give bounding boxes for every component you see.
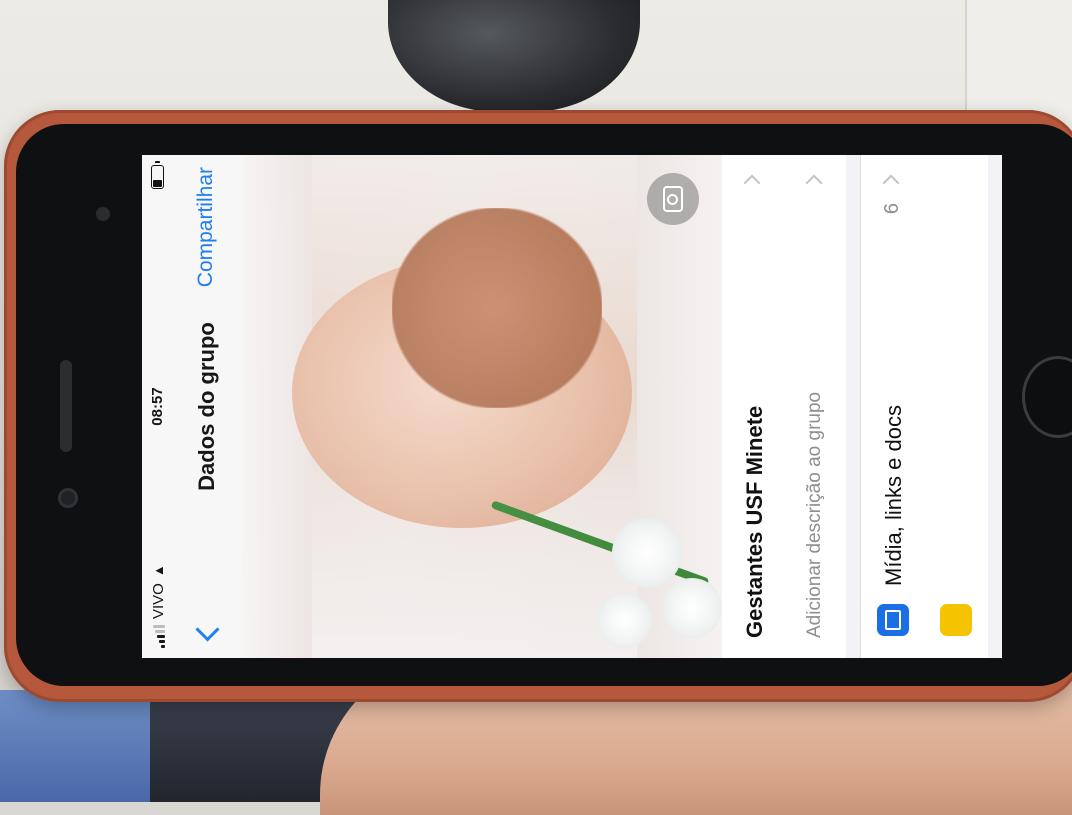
- camera-icon: [663, 186, 683, 212]
- group-name-row[interactable]: Gestantes USF Minete: [722, 155, 785, 658]
- group-description-placeholder: Adicionar descrição ao grupo: [804, 391, 825, 638]
- photo-hands: [392, 208, 602, 408]
- status-time: 08:57: [149, 387, 166, 426]
- media-icon: [877, 604, 909, 636]
- starred-messages-row[interactable]: [924, 155, 988, 658]
- share-button[interactable]: Compartilhar: [194, 167, 218, 287]
- photo-flower: [662, 578, 722, 638]
- group-name: Gestantes USF Minete: [742, 405, 767, 638]
- photo-flower: [612, 518, 682, 588]
- disclosure-chevron-icon: [882, 174, 900, 192]
- status-bar: VIVO ▲ 08:57: [142, 155, 172, 658]
- group-info-list: Gestantes USF Minete Adicionar descrição…: [722, 155, 1002, 658]
- monitor-corner: [0, 690, 150, 802]
- earpiece-speaker: [60, 360, 72, 452]
- disclosure-chevron-icon: [743, 174, 761, 192]
- navigation-bar: Dados do grupo Compartilhar: [172, 155, 243, 658]
- change-photo-button[interactable]: [647, 173, 699, 225]
- photo-flower: [597, 593, 652, 648]
- phone-screen: VIVO ▲ 08:57 Dados do grupo Compartilhar: [142, 155, 1002, 658]
- group-description-row[interactable]: Adicionar descrição ao grupo: [784, 155, 846, 658]
- star-icon: [940, 604, 972, 636]
- proximity-sensor: [96, 207, 110, 221]
- media-count: 6: [881, 203, 903, 215]
- group-photo[interactable]: [242, 155, 722, 658]
- front-camera: [58, 488, 78, 508]
- media-links-docs-label: Mídia, links e docs: [881, 405, 906, 586]
- battery-icon: [151, 165, 164, 189]
- media-links-docs-row[interactable]: Mídia, links e docs 6: [860, 155, 926, 658]
- disclosure-chevron-icon: [805, 174, 823, 192]
- whatsapp-group-info: VIVO ▲ 08:57 Dados do grupo Compartilhar: [142, 155, 1002, 658]
